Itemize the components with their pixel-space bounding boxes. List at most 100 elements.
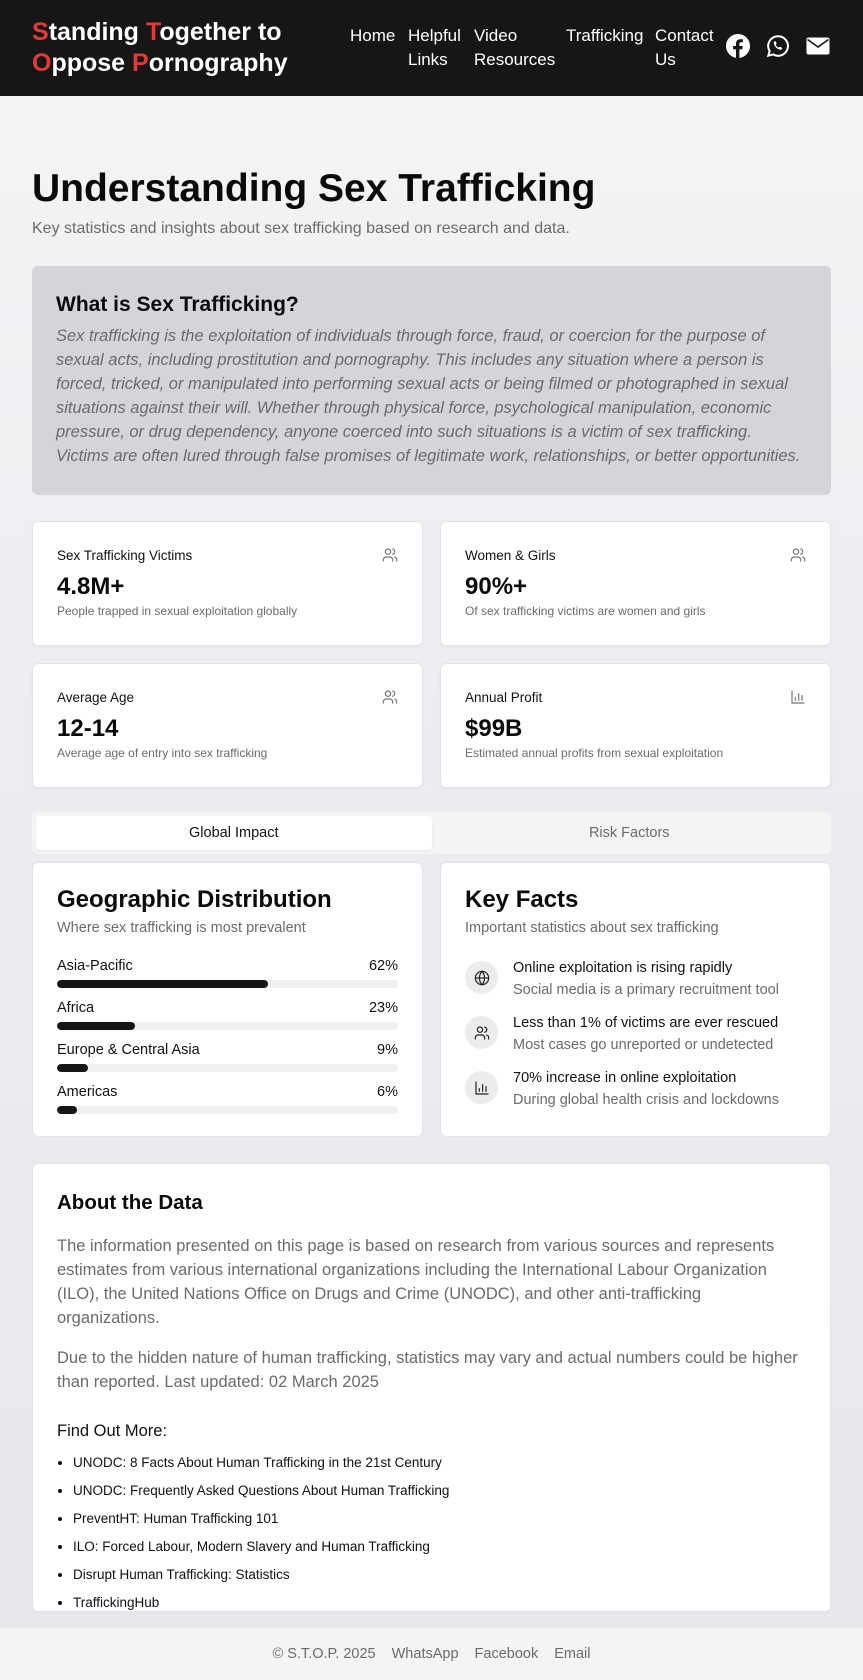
region-row: Americas 6% (57, 1083, 398, 1114)
stat-card-victims: Sex Trafficking Victims 4.8M+ People tra… (32, 521, 423, 646)
users-icon (790, 547, 806, 563)
region-row: Asia-Pacific 62% (57, 957, 398, 988)
footer-link-facebook[interactable]: Facebook (475, 1646, 539, 1662)
progress-track (57, 1064, 398, 1072)
region-name: Europe & Central Asia (57, 1042, 200, 1058)
logo-line-2: Oppose Pornography (32, 48, 322, 79)
definition-card: What is Sex Trafficking? Sex trafficking… (32, 266, 831, 495)
stat-label: Women & Girls (465, 548, 556, 563)
main-nav: Home Helpful Links Video Resources Traffic… (350, 24, 721, 72)
facebook-icon[interactable] (726, 34, 750, 58)
page-title: Understanding Sex Trafficking (32, 167, 596, 210)
nav-link-trafficking[interactable]: Trafficking (566, 24, 655, 72)
progress-track (57, 980, 398, 988)
region-name: Asia-Pacific (57, 958, 133, 974)
stat-card-average-age: Average Age 12-14 Average age of entry i… (32, 663, 423, 788)
main-content: Understanding Sex Trafficking Key statis… (0, 166, 863, 1612)
card-title: Key Facts (465, 886, 579, 913)
region-percent: 6% (377, 1084, 398, 1100)
resource-link[interactable]: Disrupt Human Trafficking: Statistics (73, 1566, 806, 1583)
progress-fill (57, 1022, 136, 1030)
footer-link-whatsapp[interactable]: WhatsApp (392, 1646, 459, 1662)
resource-link[interactable]: UNODC: 8 Facts About Human Trafficking i… (73, 1454, 806, 1471)
about-heading: About the Data (57, 1191, 203, 1214)
region-name: Americas (57, 1084, 118, 1100)
resource-link[interactable]: TraffickingHub (73, 1594, 806, 1611)
about-paragraph: The information presented on this page i… (57, 1237, 775, 1327)
stat-value: 4.8M+ (57, 573, 125, 600)
fact-subtitle: During global health crisis and lockdown… (513, 1092, 779, 1108)
stat-value: 12-14 (57, 715, 119, 742)
users-icon (465, 1016, 498, 1049)
definition-heading: What is Sex Trafficking? (56, 293, 299, 316)
users-icon (382, 547, 398, 563)
stat-label: Average Age (57, 690, 135, 705)
stat-description: People trapped in sexual exploitation gl… (57, 604, 298, 618)
stats-grid: Sex Trafficking Victims 4.8M+ People tra… (32, 521, 831, 788)
fact-subtitle: Most cases go unreported or undetected (513, 1037, 774, 1053)
logo-word: tanding (48, 18, 146, 46)
region-percent: 9% (377, 1042, 398, 1058)
globe-icon (465, 961, 498, 994)
nav-link-home[interactable]: Home (350, 24, 408, 72)
nav-link-contact-us[interactable]: Contact Us (655, 24, 721, 72)
bar-chart-icon (790, 689, 806, 705)
stat-value: 90%+ (465, 573, 528, 600)
page-subtitle: Key statistics and insights about sex tr… (32, 220, 570, 237)
users-icon (382, 689, 398, 705)
region-name: Africa (57, 1000, 95, 1016)
fact-title: Online exploitation is rising rapidly (513, 960, 733, 976)
fact-title: 70% increase in online exploitation (513, 1070, 737, 1086)
fact-item: 70% increase in online exploitation Duri… (465, 1069, 806, 1110)
logo-word: ornography (148, 49, 288, 77)
site-logo[interactable]: Standing Together to Oppose Pornography (32, 17, 322, 79)
stat-description: Estimated annual profits from sexual exp… (465, 746, 724, 760)
fact-item: Online exploitation is rising rapidly So… (465, 959, 806, 1000)
logo-line-1: Standing Together to (32, 17, 322, 48)
fact-list: Online exploitation is rising rapidly So… (465, 959, 806, 1110)
region-percent: 62% (368, 958, 398, 974)
stat-card-women-girls: Women & Girls 90%+ Of sex trafficking vi… (440, 521, 831, 646)
tab-list: Global Impact Risk Factors (32, 812, 831, 854)
card-subtitle: Important statistics about sex trafficki… (465, 920, 719, 936)
logo-initial: P (132, 49, 149, 77)
logo-initial: S (32, 18, 49, 46)
whatsapp-icon[interactable] (766, 34, 790, 58)
resource-link[interactable]: UNODC: Frequently Asked Questions About … (73, 1482, 806, 1499)
nav-link-helpful-links[interactable]: Helpful Links (408, 24, 474, 72)
logo-word: ppose (51, 49, 133, 77)
resource-link[interactable]: PreventHT: Human Trafficking 101 (73, 1510, 806, 1527)
find-out-more-heading: Find Out More: (57, 1422, 168, 1440)
geographic-distribution-card: Geographic Distribution Where sex traffi… (32, 862, 423, 1137)
region-row: Europe & Central Asia 9% (57, 1041, 398, 1072)
stat-description: Average age of entry into sex traffickin… (57, 746, 268, 760)
progress-fill (57, 980, 269, 988)
copyright-text: © S.T.O.P. 2025 (272, 1646, 376, 1662)
stat-description: Of sex trafficking victims are women and… (465, 604, 706, 618)
resource-link[interactable]: ILO: Forced Labour, Modern Slavery and H… (73, 1538, 806, 1555)
tab-global-impact[interactable]: Global Impact (36, 816, 432, 850)
tab-risk-factors[interactable]: Risk Factors (432, 816, 828, 850)
card-title: Geographic Distribution (57, 886, 332, 913)
region-bars: Asia-Pacific 62% Africa 23% Europe & Centr… (57, 957, 398, 1114)
site-footer: © S.T.O.P. 2025 WhatsApp Facebook Email (0, 1628, 863, 1680)
key-facts-card: Key Facts Important statistics about sex… (440, 862, 831, 1137)
nav-link-video-resources[interactable]: Video Resources (474, 24, 566, 72)
resource-link-list: UNODC: 8 Facts About Human Trafficking i… (57, 1454, 806, 1611)
stat-card-annual-profit: Annual Profit $99B Estimated annual prof… (440, 663, 831, 788)
card-subtitle: Where sex trafficking is most prevalent (57, 920, 306, 936)
fact-item: Less than 1% of victims are ever rescued… (465, 1014, 806, 1055)
logo-initial: O (32, 49, 52, 77)
email-icon[interactable] (806, 34, 830, 58)
progress-track (57, 1022, 398, 1030)
tab-panel-global-impact: Geographic Distribution Where sex traffi… (32, 862, 831, 1137)
logo-initial: T (145, 18, 160, 46)
bar-chart-icon (465, 1071, 498, 1104)
progress-fill (57, 1064, 88, 1072)
stat-label: Sex Trafficking Victims (57, 548, 193, 563)
social-links (726, 34, 830, 58)
fact-title: Less than 1% of victims are ever rescued (513, 1015, 779, 1031)
definition-body: Sex trafficking is the exploitation of i… (56, 327, 801, 465)
footer-link-email[interactable]: Email (554, 1646, 590, 1662)
about-paragraph: Due to the hidden nature of human traffi… (57, 1349, 798, 1391)
